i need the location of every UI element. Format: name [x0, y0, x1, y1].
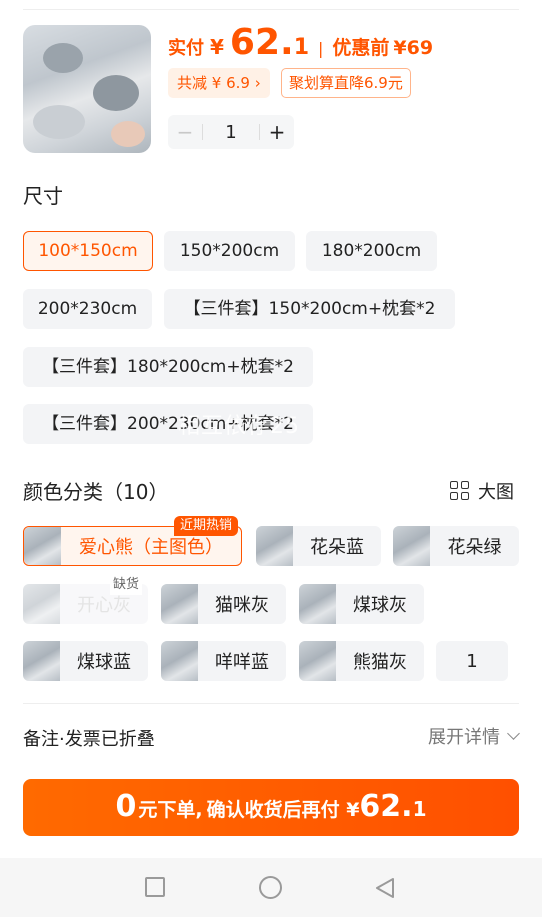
- decrement-button[interactable]: −: [168, 120, 202, 144]
- hot-selling-badge: 近期热销: [174, 516, 239, 536]
- increment-button[interactable]: +: [260, 120, 294, 144]
- out-of-stock-badge: 缺货: [110, 575, 143, 595]
- color-swatch: [161, 641, 198, 681]
- section-divider: [23, 703, 519, 704]
- sku-selector-panel: 实付 ¥ 62. 1 | 优惠前 ¥69 共减 ¥ 6.9 › 聚划算直降6.9…: [0, 0, 542, 917]
- buy-button-price-decimal: 1: [412, 797, 427, 821]
- size-option[interactable]: 180*200cm: [306, 231, 437, 271]
- size-heading: 尺寸: [23, 184, 63, 208]
- color-option-label: 猫咪灰: [215, 595, 269, 616]
- size-option[interactable]: 100*150cm: [23, 231, 153, 271]
- size-option[interactable]: 【三件套】150*200cm+枕套*2: [164, 289, 455, 329]
- price-separator: |: [318, 39, 324, 58]
- color-option-label: 爱心熊（主图色）: [79, 537, 223, 558]
- color-option[interactable]: 花朵绿: [393, 526, 519, 566]
- discount-tag[interactable]: 共减 ¥ 6.9 ›: [168, 68, 270, 98]
- color-option-label: 花朵蓝: [310, 537, 364, 558]
- color-option-label: 咩咩蓝: [215, 652, 269, 673]
- buy-button-text-2: 确认收货后再付 ¥: [206, 799, 360, 821]
- color-swatch: [299, 641, 336, 681]
- buy-button[interactable]: 0 元下单, 确认收货后再付 ¥ 62. 1: [23, 779, 519, 836]
- price-row: 实付 ¥ 62. 1 | 优惠前 ¥69: [168, 22, 433, 66]
- color-swatch: [299, 584, 336, 624]
- quantity-value[interactable]: 1: [203, 122, 259, 143]
- color-option[interactable]: 煤球灰: [299, 584, 424, 624]
- remark-label: 备注·发票已折叠: [23, 729, 155, 750]
- back-icon[interactable]: [374, 876, 396, 900]
- color-option[interactable]: 煤球蓝: [23, 641, 148, 681]
- buy-button-price: 62.: [359, 789, 413, 824]
- color-option[interactable]: 咩咩蓝: [161, 641, 286, 681]
- chevron-down-icon: [507, 727, 520, 740]
- color-swatch: [24, 527, 61, 565]
- color-swatch: [23, 584, 60, 624]
- size-option[interactable]: 【三件套】200*230cm+枕套*2: [23, 404, 313, 444]
- color-swatch: [393, 526, 430, 566]
- recent-apps-icon[interactable]: [145, 877, 165, 897]
- original-price: ¥69: [393, 37, 434, 59]
- color-swatch: [256, 526, 293, 566]
- color-option-label: 煤球蓝: [77, 652, 131, 673]
- size-option[interactable]: 200*230cm: [23, 289, 152, 329]
- color-option-label: 1: [466, 650, 478, 672]
- buy-button-text: 元下单,: [138, 799, 203, 821]
- grid-icon: [450, 481, 470, 501]
- color-option-label: 熊猫灰: [353, 652, 407, 673]
- expand-details-label: 展开详情: [428, 727, 500, 748]
- big-view-label: 大图: [478, 482, 514, 503]
- quantity-stepper: − 1 +: [168, 115, 294, 149]
- product-image[interactable]: [23, 25, 151, 153]
- buy-button-zero: 0: [115, 789, 137, 824]
- size-option[interactable]: 【三件套】180*200cm+枕套*2: [23, 347, 313, 387]
- color-heading: 颜色分类（10）: [23, 480, 169, 504]
- original-price-label: 优惠前: [332, 37, 390, 59]
- color-option-label: 花朵绿: [447, 537, 502, 558]
- color-swatch: [161, 584, 198, 624]
- color-option[interactable]: 花朵蓝: [256, 526, 381, 566]
- top-divider: [23, 9, 519, 10]
- promo-tag: 聚划算直降6.9元: [281, 68, 411, 98]
- color-option[interactable]: 熊猫灰: [299, 641, 424, 681]
- color-swatch: [23, 641, 60, 681]
- price-integer: 62.: [229, 22, 294, 63]
- color-option-label: 煤球灰: [353, 595, 407, 616]
- size-option[interactable]: 150*200cm: [164, 231, 295, 271]
- price-label: 实付: [168, 38, 204, 59]
- expand-details-button[interactable]: 展开详情: [428, 723, 520, 749]
- color-option[interactable]: 1: [436, 641, 508, 681]
- color-option[interactable]: 猫咪灰: [161, 584, 286, 624]
- home-icon[interactable]: [259, 876, 282, 899]
- price-currency: ¥: [210, 35, 224, 59]
- price-decimal: 1: [293, 35, 310, 60]
- big-view-toggle[interactable]: 大图: [450, 478, 514, 504]
